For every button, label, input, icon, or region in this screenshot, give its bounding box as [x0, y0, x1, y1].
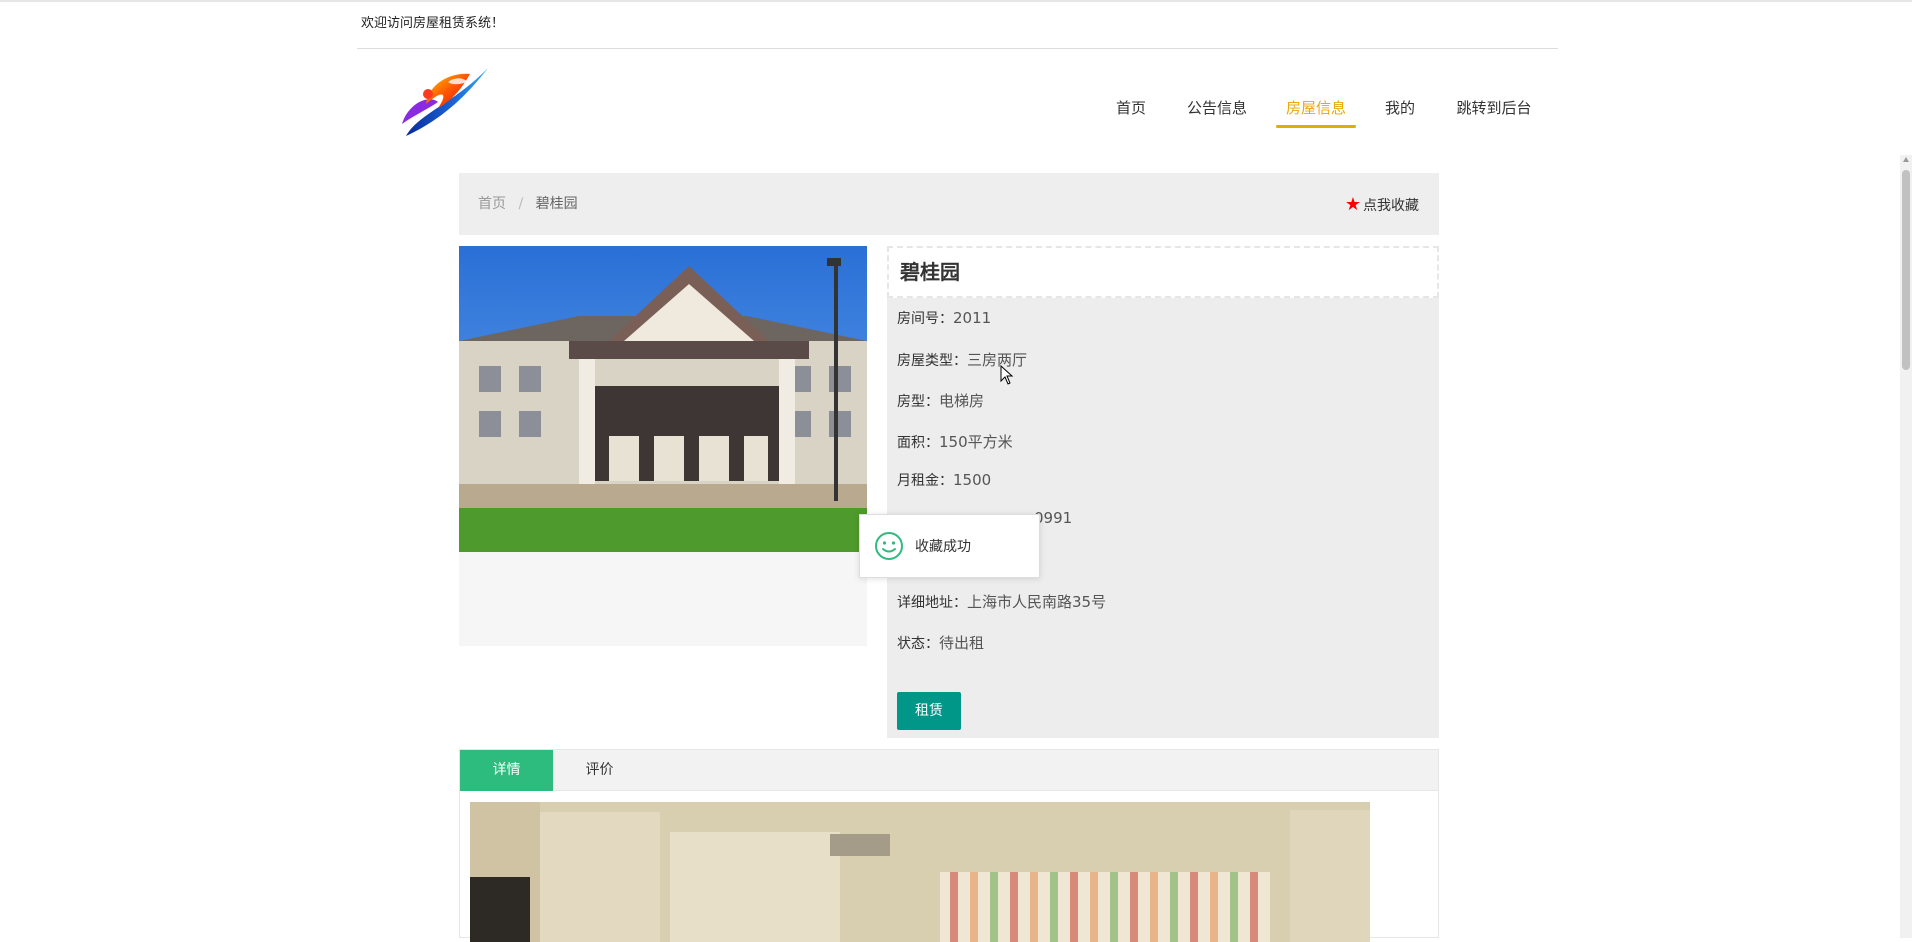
breadcrumb: 首页 / 碧桂园: [478, 173, 578, 235]
toast-message: 收藏成功: [859, 514, 1040, 578]
house-info-panel: 碧桂园 房间号：2011 房屋类型：三房两厅 房型：电梯房 面积：150平方米 …: [887, 246, 1439, 738]
breadcrumb-home[interactable]: 首页: [478, 196, 506, 212]
detail-photo: [470, 802, 1370, 942]
tab-reviews[interactable]: 评价: [553, 750, 646, 791]
field-area: 面积：150平方米: [897, 433, 1013, 451]
detail-tabs: 详情 评价: [459, 749, 1439, 942]
smile-icon: [874, 531, 904, 561]
rent-button[interactable]: 租赁: [897, 692, 961, 730]
favorite-label: 点我收藏: [1363, 198, 1419, 214]
field-address: 详细地址：上海市人民南路35号: [897, 593, 1107, 611]
page-scrollbar[interactable]: [1900, 155, 1912, 938]
welcome-bar: 欢迎访问房屋租赁系统！: [357, 2, 1558, 49]
welcome-text: 欢迎访问房屋租赁系统！: [361, 16, 505, 31]
nav-item-mine[interactable]: 我的: [1385, 92, 1415, 128]
nav-item-admin[interactable]: 跳转到后台: [1455, 92, 1533, 128]
field-layout: 房型：电梯房: [897, 392, 985, 410]
tab-header: 详情 评价: [460, 750, 1438, 791]
field-monthly-rent: 月租金：1500: [897, 471, 992, 489]
nav-item-home[interactable]: 首页: [1116, 92, 1146, 128]
star-icon: ★: [1344, 194, 1361, 215]
nav-active-underline: [1276, 125, 1356, 128]
tab-details[interactable]: 详情: [460, 750, 553, 791]
mouse-cursor-icon: [1000, 364, 1014, 389]
toast-text: 收藏成功: [915, 539, 971, 555]
breadcrumb-bar: 首页 / 碧桂园 ★ 点我收藏: [459, 173, 1439, 235]
nav-item-houses[interactable]: 房屋信息: [1276, 92, 1356, 128]
field-status: 状态：待出租: [897, 634, 985, 652]
favorite-button[interactable]: ★ 点我收藏: [1345, 195, 1419, 215]
site-logo[interactable]: [398, 64, 490, 140]
house-photo-panel: [459, 246, 867, 646]
breadcrumb-separator: /: [518, 196, 524, 212]
nav-item-notices[interactable]: 公告信息: [1186, 92, 1248, 128]
breadcrumb-current: 碧桂园: [535, 196, 578, 212]
house-title: 碧桂园: [887, 246, 1439, 298]
house-photo: [459, 246, 867, 552]
scrollbar-thumb[interactable]: [1902, 170, 1910, 370]
scroll-up-arrow-icon[interactable]: [1903, 157, 1909, 162]
field-room-number: 房间号：2011: [897, 309, 992, 327]
